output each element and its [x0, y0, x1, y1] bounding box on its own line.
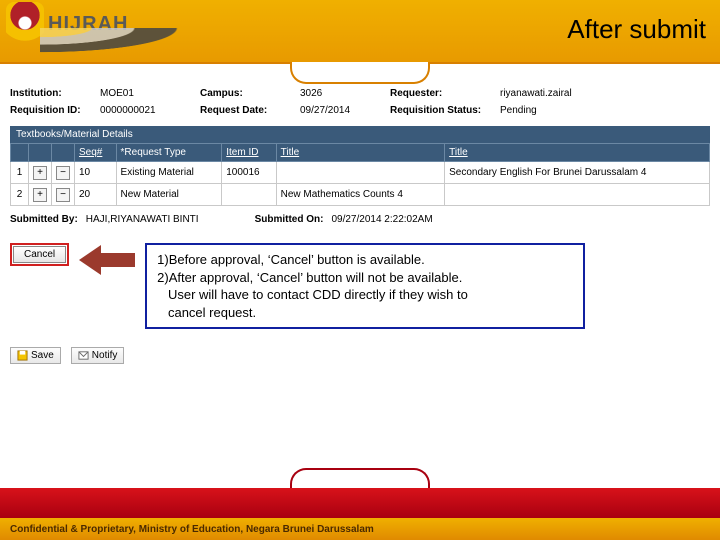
- submitted-by-label: Submitted By:: [10, 214, 78, 225]
- reqid-value: 0000000021: [100, 105, 190, 116]
- cell-item: 100016: [222, 162, 276, 184]
- add-row-icon[interactable]: +: [33, 166, 47, 180]
- header-notch: [290, 62, 430, 84]
- note-line: cancel request.: [157, 304, 573, 322]
- header-bar: HIJRAH After submit: [0, 0, 720, 64]
- campus-value: 3026: [300, 88, 380, 99]
- requester-value: riyanawati.zairal: [500, 88, 620, 99]
- submitted-on-label: Submitted On:: [255, 214, 324, 225]
- submitted-by-value: HAJI,RIYANAWATI BINTI: [86, 214, 199, 225]
- arrow-icon: [79, 245, 135, 275]
- field-grid: Institution: MOE01 Campus: 3026 Requeste…: [10, 88, 710, 116]
- save-button[interactable]: Save: [10, 347, 61, 364]
- row-num: 1: [11, 162, 29, 184]
- footer-text: Confidential & Proprietary, Ministry of …: [10, 524, 374, 535]
- content-area: Institution: MOE01 Campus: 3026 Requeste…: [0, 64, 720, 364]
- cell-rtype: New Material: [116, 184, 222, 206]
- details-table: Seq# *Request Type Item ID Title Title 1…: [10, 143, 710, 206]
- toolbar: Save Notify: [10, 347, 710, 364]
- cell-title2: [445, 184, 710, 206]
- submitted-on-value: 09/27/2014 2:22:02AM: [331, 214, 432, 225]
- status-label: Requisition Status:: [390, 105, 490, 116]
- notify-button[interactable]: Notify: [71, 347, 125, 364]
- notify-icon: [78, 350, 89, 361]
- note-line: 1)Before approval, ‘Cancel’ button is av…: [157, 251, 573, 269]
- institution-label: Institution:: [10, 88, 90, 99]
- footer-red-bar: [0, 488, 720, 518]
- cancel-highlight: Cancel: [10, 243, 69, 266]
- table-row: 1 + − 10 Existing Material 100016 Second…: [11, 162, 710, 184]
- cell-seq: 20: [75, 184, 117, 206]
- page-title: After submit: [567, 14, 706, 45]
- cell-item: [222, 184, 276, 206]
- notify-label: Notify: [92, 350, 118, 361]
- save-label: Save: [31, 350, 54, 361]
- save-icon: [17, 350, 28, 361]
- footer-gold-bar: Confidential & Proprietary, Ministry of …: [0, 518, 720, 540]
- campus-label: Campus:: [200, 88, 290, 99]
- cell-rtype: Existing Material: [116, 162, 222, 184]
- row-num: 2: [11, 184, 29, 206]
- col-rtype: *Request Type: [116, 144, 222, 162]
- col-title2[interactable]: Title: [445, 144, 710, 162]
- crest-icon: [6, 2, 44, 46]
- col-item[interactable]: Item ID: [222, 144, 276, 162]
- reqdate-label: Request Date:: [200, 105, 290, 116]
- cell-title1: [276, 162, 445, 184]
- cell-title1: New Mathematics Counts 4: [276, 184, 445, 206]
- col-title1[interactable]: Title: [276, 144, 445, 162]
- note-line: 2)After approval, ‘Cancel’ button will n…: [157, 269, 573, 287]
- remove-row-icon[interactable]: −: [56, 188, 70, 202]
- reqid-label: Requisition ID:: [10, 105, 90, 116]
- col-seq[interactable]: Seq#: [75, 144, 117, 162]
- note-line: User will have to contact CDD directly i…: [157, 286, 573, 304]
- requester-label: Requester:: [390, 88, 490, 99]
- reqdate-value: 09/27/2014: [300, 105, 380, 116]
- swoosh-graphic: [40, 28, 210, 58]
- add-row-icon[interactable]: +: [33, 188, 47, 202]
- remove-row-icon[interactable]: −: [56, 166, 70, 180]
- status-value: Pending: [500, 105, 620, 116]
- section-title: Textbooks/Material Details: [10, 126, 710, 143]
- table-header-row: Seq# *Request Type Item ID Title Title: [11, 144, 710, 162]
- institution-value: MOE01: [100, 88, 190, 99]
- annotation-box: 1)Before approval, ‘Cancel’ button is av…: [145, 243, 585, 329]
- cell-seq: 10: [75, 162, 117, 184]
- cell-title2: Secondary English For Brunei Darussalam …: [445, 162, 710, 184]
- table-row: 2 + − 20 New Material New Mathematics Co…: [11, 184, 710, 206]
- footer: Confidential & Proprietary, Ministry of …: [0, 488, 720, 540]
- cancel-button[interactable]: Cancel: [13, 246, 66, 263]
- submitted-row: Submitted By: HAJI,RIYANAWATI BINTI Subm…: [10, 214, 710, 225]
- footer-notch: [290, 468, 430, 488]
